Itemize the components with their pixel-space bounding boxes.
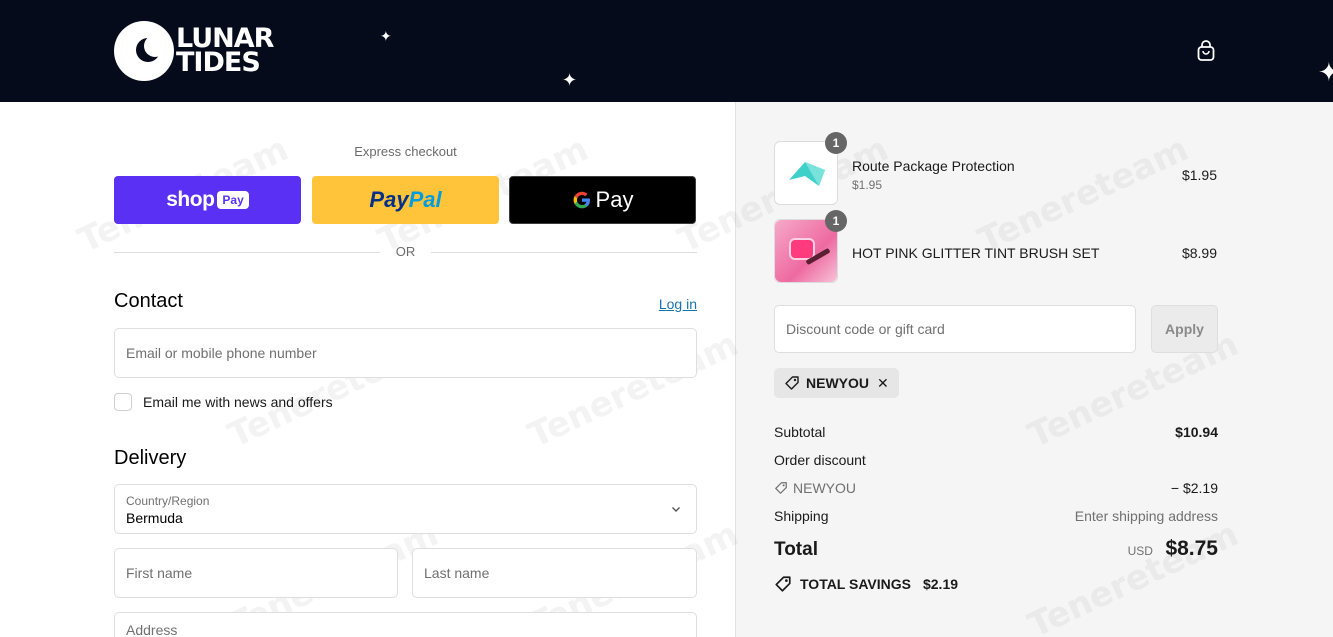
country-select[interactable]: Country/Region Bermuda: [114, 484, 697, 534]
last-name-field-wrapper: [412, 548, 697, 598]
sparkle-icon: ✦: [562, 70, 578, 90]
item-unit-price: $1.95: [852, 178, 883, 192]
product-image: [775, 220, 837, 282]
sparkle-icon: ✦: [1318, 57, 1333, 87]
item-price: $8.99: [1181, 245, 1217, 261]
country-label: Country/Region: [126, 494, 210, 508]
total-currency: USD: [1127, 544, 1153, 558]
chevron-down-icon: [672, 507, 680, 512]
applied-code: NEWYOU: [806, 375, 869, 391]
paypal-button[interactable]: Pay Pal: [312, 176, 499, 224]
brush-set-thumbnail: 1: [774, 210, 847, 283]
paypal-wordmark-2: Pal: [408, 187, 442, 212]
discount-input[interactable]: [775, 306, 1135, 352]
subtotal-row: Subtotal $10.94: [774, 424, 1218, 440]
order-discount-row: Order discount: [774, 452, 1218, 468]
contact-title: Contact: [114, 290, 183, 312]
first-name-input[interactable]: [115, 549, 397, 597]
item-name: HOT PINK GLITTER TINT BRUSH SET: [852, 245, 1100, 261]
route-protection-thumbnail: 1: [774, 132, 847, 205]
last-name-input[interactable]: [413, 549, 696, 597]
logo-line-2: TIDES: [176, 47, 261, 78]
item-name: Route Package Protection: [852, 158, 1015, 174]
shop-pay-button[interactable]: shop Pay: [114, 176, 301, 224]
newsletter-row: Email me with news and offers: [114, 393, 333, 411]
shop-pay-wordmark: shop: [166, 188, 215, 211]
country-value: Bermuda: [126, 510, 183, 526]
item-price: $1.95: [1181, 167, 1217, 183]
newsletter-checkbox[interactable]: [114, 393, 132, 411]
total-label: Total: [774, 539, 818, 560]
discount-value: − $2.19: [1170, 480, 1218, 496]
tag-icon: [785, 376, 799, 390]
discount-code-row: NEWYOU − $2.19: [774, 480, 1218, 496]
subtotal-label: Subtotal: [774, 424, 826, 440]
email-field-wrapper: [114, 328, 697, 378]
tag-icon: [775, 482, 787, 494]
total-savings-row: TOTAL SAVINGS $2.19: [774, 575, 958, 593]
shopping-bag-icon[interactable]: [1196, 40, 1216, 62]
moon-logo-icon: [114, 21, 174, 81]
express-checkout-label: Express checkout: [354, 144, 457, 159]
logo-text: LUNAR TIDES: [176, 25, 274, 78]
total-value: $8.75: [1165, 537, 1218, 560]
subtotal-value: $10.94: [1175, 424, 1218, 440]
paypal-wordmark-1: Pay: [369, 187, 409, 212]
sparkle-icon: ✦: [380, 28, 392, 44]
store-header: LUNAR TIDES ✦ ✦ ✦: [0, 0, 1333, 102]
store-logo[interactable]: LUNAR TIDES: [114, 21, 274, 81]
address-field-wrapper: [114, 612, 697, 637]
first-name-field-wrapper: [114, 548, 398, 598]
google-pay-label: Pay: [595, 187, 634, 212]
login-link[interactable]: Log in: [640, 296, 697, 312]
or-divider: OR: [114, 244, 697, 260]
quantity-badge: 1: [825, 210, 847, 232]
order-discount-label: Order discount: [774, 452, 866, 468]
shipping-label: Shipping: [774, 508, 829, 524]
newsletter-label: Email me with news and offers: [143, 394, 333, 410]
shop-pay-pill: Pay: [217, 191, 249, 209]
google-pay-button[interactable]: Pay: [509, 176, 696, 224]
delivery-title: Delivery: [114, 447, 187, 469]
applied-discount-chip: NEWYOU ✕: [774, 368, 899, 398]
email-input[interactable]: [115, 329, 696, 377]
shipping-row: Shipping Enter shipping address: [774, 508, 1218, 524]
address-input[interactable]: [115, 613, 696, 637]
remove-discount-icon[interactable]: ✕: [877, 375, 889, 392]
apply-discount-button[interactable]: Apply: [1151, 305, 1218, 353]
quantity-badge: 1: [825, 132, 847, 154]
google-g-icon: [573, 191, 590, 209]
discount-field-wrapper: [774, 305, 1136, 353]
savings-value: $2.19: [922, 576, 959, 592]
total-row: Total USD $8.75: [774, 537, 1218, 561]
shipping-value: Enter shipping address: [1074, 508, 1218, 524]
discount-code-label: NEWYOU: [793, 480, 856, 496]
savings-tag-icon: [775, 576, 791, 592]
discount-code-label-wrap: NEWYOU: [774, 480, 856, 496]
savings-label: TOTAL SAVINGS: [800, 576, 911, 592]
